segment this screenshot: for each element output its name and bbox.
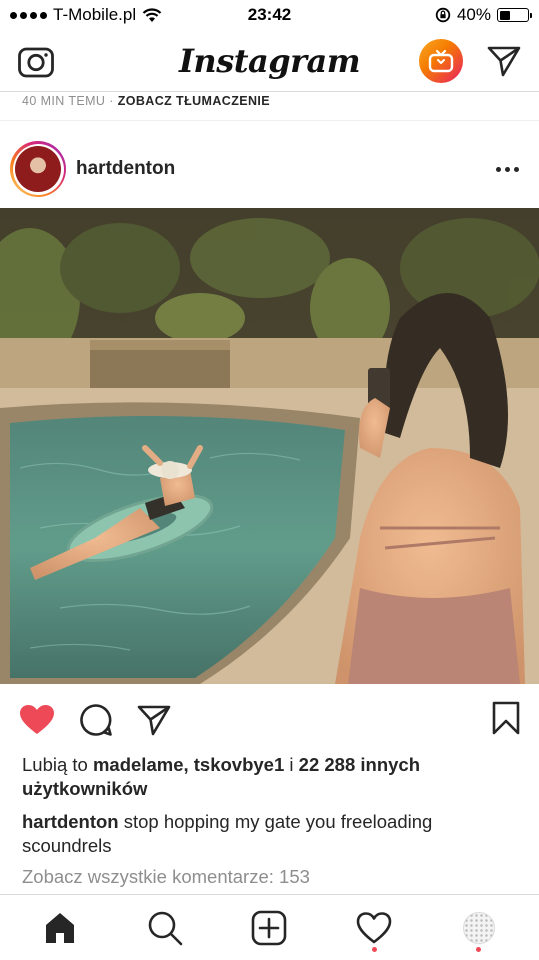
camera-icon[interactable] [18, 44, 54, 78]
activity-notification-dot [371, 946, 377, 952]
direct-send-icon[interactable] [487, 45, 521, 77]
likes-names[interactable]: madelame, tskovbye1 [93, 754, 284, 775]
caption-username[interactable]: hartdenton [22, 811, 119, 832]
header-actions [419, 38, 521, 83]
new-post-icon [252, 910, 287, 945]
profile-notification-dot [476, 946, 482, 952]
post-actions-left [19, 703, 171, 737]
rotation-lock-icon [435, 7, 451, 23]
see-translation-link[interactable]: ZOBACZ TŁUMACZENIE [118, 94, 270, 108]
signal-icon [10, 11, 47, 19]
battery-icon [497, 8, 532, 22]
tab-home[interactable] [30, 898, 90, 958]
like-button[interactable] [19, 704, 55, 736]
comment-icon[interactable] [79, 703, 113, 737]
home-icon [46, 912, 75, 943]
carrier-name: T-Mobile.pl [53, 5, 137, 24]
previous-post-time: 40 MIN TEMU [22, 94, 106, 108]
more-options-icon[interactable] [496, 166, 519, 172]
send-icon[interactable] [137, 704, 171, 736]
igtv-icon[interactable] [419, 38, 463, 83]
wifi-icon [142, 7, 162, 22]
post-action-bar [0, 700, 539, 740]
post-divider [0, 120, 539, 121]
battery-percent: 40% [456, 5, 491, 24]
avatar [15, 146, 61, 192]
post-actions-right [492, 701, 520, 740]
previous-post-meta: 40 MIN TEMU · ZOBACZ TŁUMACZENIE [22, 94, 270, 108]
status-left: T-Mobile.pl [10, 5, 162, 25]
tv-glyph-icon [428, 49, 454, 72]
tab-search[interactable] [135, 898, 195, 958]
battery-fill [499, 10, 511, 20]
activity-icon [356, 911, 392, 943]
likes-summary: Lubią to madelame, tskovbye1 i 22 288 in… [22, 753, 522, 801]
view-all-comments-link[interactable]: Zobacz wszystkie komentarze: 153 [22, 866, 310, 888]
post-username[interactable]: hartdenton [76, 158, 175, 180]
post-header: hartdenton [0, 140, 539, 198]
app-header: Instagram [0, 30, 539, 92]
tab-activity[interactable] [344, 898, 404, 958]
profile-icon [462, 911, 495, 944]
bookmark-icon[interactable] [492, 701, 520, 735]
heart-filled-icon [20, 705, 54, 734]
tab-new-post[interactable] [239, 898, 299, 958]
status-right: 40% [435, 5, 532, 25]
post-caption: hartdenton stop hopping my gate you free… [22, 810, 522, 858]
search-icon [148, 911, 183, 945]
story-ring[interactable] [10, 141, 66, 197]
tab-profile[interactable] [449, 898, 509, 958]
status-bar: T-Mobile.pl 23:42 40% [0, 0, 539, 30]
meta-separator: · [109, 94, 114, 108]
post-image[interactable] [0, 208, 539, 684]
likes-prefix: Lubią to [22, 754, 88, 775]
likes-conjunction: i [289, 754, 294, 775]
bottom-tab-bar [0, 894, 539, 960]
